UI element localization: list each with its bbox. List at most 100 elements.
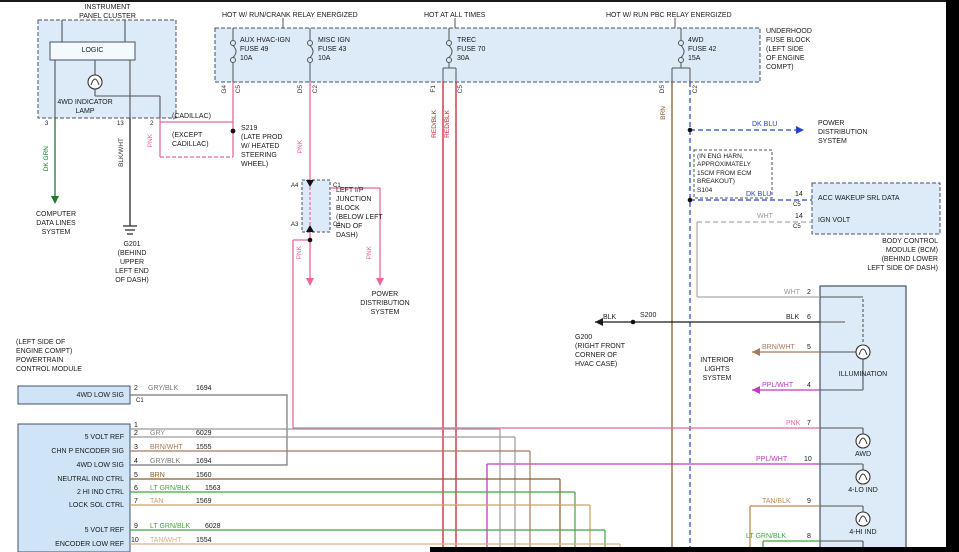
tccm-circuit-1560: 1560 bbox=[196, 471, 212, 480]
sw-pin-4: 4 bbox=[807, 381, 811, 390]
s200-splice-dot bbox=[631, 320, 636, 325]
pnk-wire-label: PNK bbox=[298, 140, 305, 153]
s200-label: S200 bbox=[640, 311, 656, 320]
4wd-indicator-lamp-icon bbox=[88, 75, 102, 89]
power-distribution-label: POWER DISTRIBUTION SYSTEM bbox=[345, 290, 425, 317]
bottom-border bbox=[430, 547, 946, 552]
ipc-pin-dk-grn: 3 bbox=[45, 121, 48, 129]
bcm-ign-volt-label: IGN VOLT bbox=[818, 216, 850, 225]
down-arrow-icon bbox=[306, 278, 314, 286]
sw-pin-6: 6 bbox=[807, 313, 811, 322]
lamp-4hi-label: 4-HI IND bbox=[824, 528, 902, 537]
g201-ground-icon bbox=[123, 226, 137, 234]
sw-pin-7: 7 bbox=[807, 419, 811, 428]
tccm-signal-chnp: CHN P ENCODER SIG bbox=[20, 447, 124, 456]
tccm-wire-gry-blk: GRY/BLK bbox=[150, 457, 180, 466]
gry-6029-wire bbox=[130, 437, 515, 552]
brn-1560-wire bbox=[130, 479, 560, 552]
tccm-wire-brn-wht: BRN/WHT bbox=[150, 443, 183, 452]
sw-wire-ppl-wht-10: PPL/WHT bbox=[756, 455, 787, 464]
junction-block-label: LEFT I/P JUNCTION BLOCK (BELOW LEFT END … bbox=[336, 186, 383, 241]
fuse-aux-hvac-ign: AUX HVAC-IGN FUSE 49 10A bbox=[240, 36, 290, 63]
pin-d5-misc: D5 bbox=[298, 85, 305, 93]
sw-wire-tan-blk: TAN/BLK bbox=[762, 497, 791, 506]
tccm-wire-gry: GRY bbox=[150, 429, 165, 438]
sw-wire-brn-wht: BRN/WHT bbox=[762, 343, 795, 352]
tccm-wire-ltgrnblk2: LT GRN/BLK bbox=[150, 522, 190, 531]
s104-splice-dot bbox=[688, 198, 693, 203]
awd-lamp-icon bbox=[856, 434, 870, 448]
pcm-label: (LEFT SIDE OF ENGINE COMPT) POWERTRAIN C… bbox=[16, 338, 82, 374]
s219-splice-dot bbox=[231, 129, 236, 134]
interior-lights-label: INTERIOR LIGHTS SYSTEM bbox=[692, 356, 742, 383]
tccm-pin-7: 7 bbox=[134, 497, 138, 506]
bcm-acc-wakeup-label: ACC WAKEUP SRL DATA bbox=[818, 194, 900, 203]
tccm-pin-2: 2 bbox=[134, 429, 138, 438]
junction-pin-a3: A3 bbox=[291, 222, 298, 230]
lamp-awd-label: AWD bbox=[824, 450, 902, 459]
tccm-circuit-1555: 1555 bbox=[196, 443, 212, 452]
bcm-wire-dk-blu: DK BLU bbox=[746, 190, 771, 199]
sw-pin-5: 5 bbox=[807, 343, 811, 352]
sw-wire-pnk: PNK bbox=[786, 419, 800, 428]
pnk-splice-dot bbox=[308, 238, 313, 243]
right-border bbox=[946, 0, 959, 552]
brn-wire-label: BRN bbox=[661, 106, 668, 120]
pin-c2-misc: C2 bbox=[313, 85, 320, 93]
top-border bbox=[0, 0, 959, 2]
tccm-signal-4wdlow: 4WD LOW SIG bbox=[20, 461, 124, 470]
tan-blk-wire bbox=[750, 506, 820, 552]
pnk-wire-label: PNK bbox=[148, 134, 155, 147]
underhood-fuse-block-label: UNDERHOOD FUSE BLOCK (LEFT SIDE OF ENGIN… bbox=[766, 27, 812, 72]
sw-wire-ppl-wht: PPL/WHT bbox=[762, 381, 793, 390]
ipc-pin-pnk: 2 bbox=[150, 121, 153, 129]
pcm-pin-2: 2 bbox=[134, 384, 138, 393]
red-blk-wires bbox=[443, 82, 456, 552]
ipc-title: INSTRUMENT PANEL CLUSTER bbox=[55, 3, 160, 21]
computer-data-lines-label: COMPUTER DATA LINES SYSTEM bbox=[20, 210, 92, 237]
pin-c5-trec: C5 bbox=[458, 85, 465, 93]
tccm-pin-9: 9 bbox=[134, 522, 138, 531]
down-arrow-icon bbox=[51, 196, 59, 204]
dk-grn-wire-label: DK GRN bbox=[44, 146, 51, 171]
tccm-pin-4: 4 bbox=[134, 457, 138, 466]
fuse-header-all-times: HOT AT ALL TIMES bbox=[424, 11, 485, 20]
ipc-pin-blk-wht: 13 bbox=[117, 121, 124, 129]
sw-pin-9: 9 bbox=[807, 497, 811, 506]
logic-label: LOGIC bbox=[50, 46, 135, 55]
lamp-4lo-label: 4-LO IND bbox=[824, 486, 902, 495]
except-cadillac-note: (EXCEPT CADILLAC) bbox=[172, 131, 209, 149]
pcm-circuit-1694: 1694 bbox=[196, 384, 212, 393]
4lo-lamp-icon bbox=[856, 470, 870, 484]
tccm-pin-5: 5 bbox=[134, 471, 138, 480]
tccm-pin-3: 3 bbox=[134, 443, 138, 452]
left-arrow-icon bbox=[595, 318, 603, 326]
pcm-conn-c1: C1 bbox=[136, 398, 144, 406]
illumination-lamp-icon bbox=[856, 345, 870, 359]
tccm-signal-5vref2: 5 VOLT REF bbox=[20, 526, 124, 535]
bcm-conn-c5: C5 bbox=[793, 202, 801, 210]
wiring-diagram: INSTRUMENT PANEL CLUSTER LOGIC 4WD INDIC… bbox=[0, 0, 959, 552]
blk-wire-label: BLK bbox=[603, 313, 616, 322]
g200-label: G200 (RIGHT FRONT CORNER OF HVAC CASE) bbox=[575, 333, 625, 369]
sw-pin-10: 10 bbox=[804, 455, 812, 464]
tccm-circuit-1554: 1554 bbox=[196, 536, 212, 545]
tccm-signal-neutral: NEUTRAL IND CTRL bbox=[20, 475, 124, 484]
bcm-box bbox=[812, 183, 940, 234]
left-arrow-icon bbox=[752, 348, 760, 356]
bcm-pin-14: 14 bbox=[795, 190, 803, 199]
power-distribution-label-right: POWER DISTRIBUTION SYSTEM bbox=[818, 119, 867, 146]
tccm-signal-enclow: ENCODER LOW REF bbox=[20, 540, 124, 549]
bcm-label: BODY CONTROL MODULE (BCM) (BEHIND LOWER … bbox=[790, 237, 938, 273]
tccm-wire-tan: TAN bbox=[150, 497, 163, 506]
lamp-illumination-label: ILLUMINATION bbox=[824, 370, 902, 379]
left-arrow-icon bbox=[752, 386, 760, 394]
dk-blu-wire-label: DK BLU bbox=[752, 120, 777, 129]
tccm-pin-6: 6 bbox=[134, 484, 138, 493]
tccm-wire-brn: BRN bbox=[150, 471, 165, 480]
fuse-header-run-crank: HOT W/ RUN/CRANK RELAY ENERGIZED bbox=[222, 11, 358, 20]
pin-d5-4wd: D5 bbox=[660, 85, 667, 93]
pin-f1: F1 bbox=[431, 85, 438, 93]
junction-pin-a4: A4 bbox=[291, 183, 298, 191]
tccm-circuit-6029: 6029 bbox=[196, 429, 212, 438]
